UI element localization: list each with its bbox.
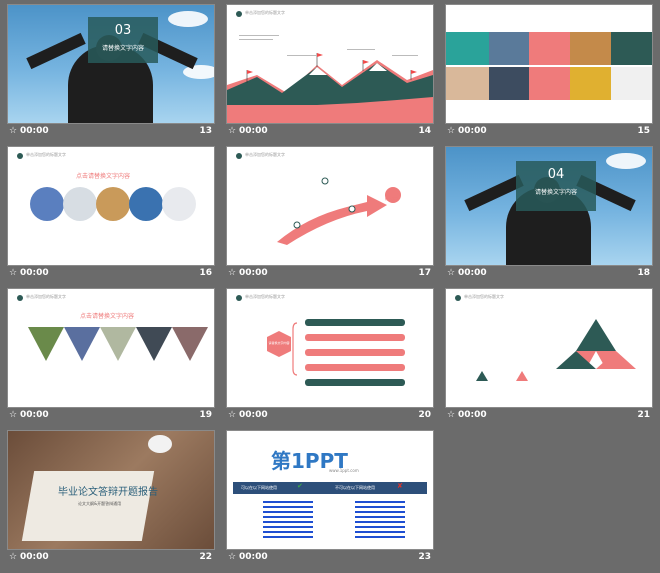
slide-thumbnail-16[interactable]: 单击添加您的标题文字 点击请替换文字内容 ☆ 00:00 16 <box>8 147 214 285</box>
slide-title: 点击请替换文字内容 <box>76 173 131 180</box>
slide-subtitle: 论文大纲&开题答辩通用 <box>78 501 122 506</box>
slide-number: 21 <box>637 410 650 420</box>
section-number: 04 <box>547 167 565 182</box>
slide-number: 20 <box>418 410 431 420</box>
slide-thumbnail-18[interactable]: 04 请替换文字内容 ☆ 00:00 18 <box>446 147 652 285</box>
slide-timing: 00:00 <box>20 410 49 420</box>
slide-timing: 00:00 <box>458 410 487 420</box>
slide-thumbnail-14[interactable]: 单击添加您的标题文字 ☆ 00:00 14 <box>227 5 433 143</box>
slide-preview: 单击添加您的标题文字 请替换文字内容 <box>227 289 433 407</box>
slide-thumbnail-20[interactable]: 单击添加您的标题文字 请替换文字内容 ☆ 00:00 20 <box>227 289 433 427</box>
slide-number: 18 <box>637 268 650 278</box>
section-title: 请替换文字内容 <box>101 45 144 52</box>
input-label: 输入文字 <box>385 197 399 201</box>
slide-timing: 00:00 <box>458 126 487 136</box>
slide-thumbnail-15[interactable]: ☆ 00:00 15 <box>446 5 652 143</box>
transition-icon: ☆ <box>447 268 456 278</box>
transition-icon: ☆ <box>9 126 18 136</box>
slide-timing: 00:00 <box>239 410 268 420</box>
transition-icon: ☆ <box>447 126 456 136</box>
slide-number: 14 <box>418 126 431 136</box>
slide-timing: 00:00 <box>239 268 268 278</box>
transition-icon: ☆ <box>9 552 18 562</box>
slide-preview: 单击添加您的标题文字 点击请替换文字内容 <box>8 289 214 407</box>
slide-title: 毕业论文答辩开题报告 <box>58 487 158 498</box>
slide-number: 13 <box>199 126 212 136</box>
logo-url: www.1ppt.com <box>329 468 359 473</box>
slide-timing: 00:00 <box>239 126 268 136</box>
slide-number: 23 <box>418 552 431 562</box>
slide-thumbnail-23[interactable]: 第1PPT www.1ppt.com 可以在以下网站使用 不可以在以下网站使用 … <box>227 431 433 569</box>
slide-number: 17 <box>418 268 431 278</box>
slide-header-text: 单击添加您的标题文字 <box>26 152 66 157</box>
slide-preview: 第1PPT www.1ppt.com 可以在以下网站使用 不可以在以下网站使用 … <box>227 431 433 549</box>
transition-icon: ☆ <box>228 268 237 278</box>
slide-preview: 04 请替换文字内容 <box>446 147 652 265</box>
slide-preview: 单击添加您的标题文字 <box>227 5 433 123</box>
cross-icon: ✘ <box>397 482 403 490</box>
slide-thumbnail-17[interactable]: 单击添加您的标题文字 输入文字 ☆ 00:00 17 <box>227 147 433 285</box>
slide-preview <box>446 5 652 123</box>
slide-timing: 00:00 <box>20 552 49 562</box>
transition-icon: ☆ <box>9 268 18 278</box>
slide-timing: 00:00 <box>20 126 49 136</box>
slide-number: 19 <box>199 410 212 420</box>
slide-number: 15 <box>637 126 650 136</box>
hexagon-label: 请替换文字内容 <box>268 341 290 345</box>
slide-preview: 单击添加您的标题文字 点击请替换文字内容 <box>8 147 214 265</box>
slide-thumbnail-19[interactable]: 单击添加您的标题文字 点击请替换文字内容 ☆ 00:00 19 <box>8 289 214 427</box>
right-heading: 不可以在以下网站使用 <box>335 485 375 490</box>
slide-thumbnail-13[interactable]: 03 请替换文字内容 ☆ 00:00 13 <box>8 5 214 143</box>
slide-thumbnail-21[interactable]: 单击添加您的标题文字 ☆ 00:00 21 <box>446 289 652 427</box>
slide-preview: 单击添加您的标题文字 输入文字 <box>227 147 433 265</box>
transition-icon: ☆ <box>447 410 456 420</box>
slide-preview: 03 请替换文字内容 <box>8 5 214 123</box>
slide-timing: 00:00 <box>20 268 49 278</box>
check-icon: ✔ <box>297 482 303 490</box>
section-title: 请替换文字内容 <box>534 189 577 196</box>
slide-preview: 单击添加您的标题文字 <box>446 289 652 407</box>
transition-icon: ☆ <box>228 552 237 562</box>
transition-icon: ☆ <box>9 410 18 420</box>
section-number: 03 <box>114 23 132 38</box>
slide-number: 22 <box>199 552 212 562</box>
slide-timing: 00:00 <box>239 552 268 562</box>
slide-timing: 00:00 <box>458 268 487 278</box>
slide-preview: 毕业论文答辩开题报告 论文大纲&开题答辩通用 <box>8 431 214 549</box>
slide-number: 16 <box>199 268 212 278</box>
transition-icon: ☆ <box>228 126 237 136</box>
left-heading: 可以在以下网站使用 <box>241 485 277 490</box>
slide-thumbnail-22[interactable]: 毕业论文答辩开题报告 论文大纲&开题答辩通用 ☆ 00:00 22 <box>8 431 214 569</box>
transition-icon: ☆ <box>228 410 237 420</box>
